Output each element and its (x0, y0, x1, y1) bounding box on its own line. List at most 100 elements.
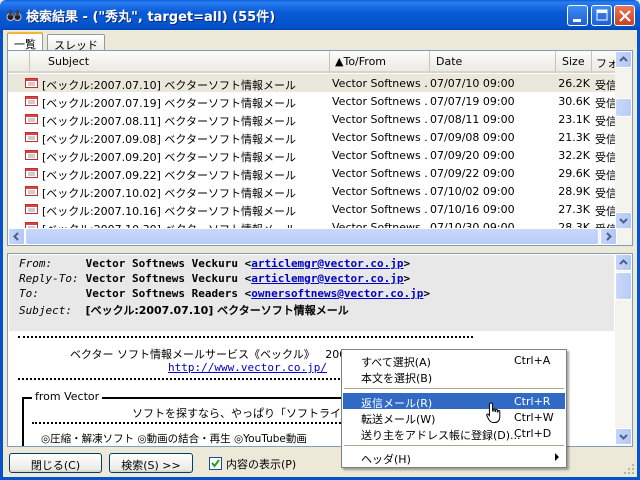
column-header-subject[interactable]: Subject (30, 51, 330, 71)
mail-icon (25, 114, 38, 124)
scroll-thumb[interactable] (615, 272, 632, 300)
divider (32, 422, 352, 424)
menu-item-add-to-address-book[interactable]: 送り主をアドレス帳に登録(D)... Ctrl+D (343, 425, 565, 442)
table-row[interactable]: [ベックル:2007.09.08] ベクターソフト情報メール Vector So… (8, 128, 618, 146)
table-row[interactable]: [ベックル:2007.07.19] ベクターソフト情報メール Vector So… (8, 92, 618, 110)
chevron-left-icon (13, 232, 19, 241)
row-subject: [ベックル:2007.07.10] ベクターソフト情報メール (42, 79, 296, 92)
mail-icon (25, 204, 38, 214)
mail-icon (25, 150, 38, 160)
tab-thread[interactable]: スレッド (47, 34, 105, 52)
links-line: ◎圧縮・解凍ソフト ◎動画の結合・再生 ◎YouTube動画 (41, 433, 307, 445)
row-from: Vector Softnews ... (332, 185, 428, 198)
table-row[interactable]: [ベックル:2007.10.02] ベクターソフト情報メール Vector So… (8, 182, 618, 200)
row-folder: 受信 (595, 133, 617, 146)
row-folder: 受信 (595, 169, 617, 182)
row-date: 07/09/08 09:00 (430, 131, 515, 144)
row-subject: [ベックル:2007.09.20] ベクターソフト情報メール (42, 151, 296, 164)
close-button[interactable]: 閉じる(C) (9, 453, 102, 473)
mail-icon (25, 168, 38, 178)
menu-item-select-all[interactable]: すべて選択(A) Ctrl+A (343, 352, 565, 369)
list-horizontal-scrollbar[interactable] (8, 228, 632, 245)
table-row[interactable]: [ベックル:2007.10.16] ベクターソフト情報メール Vector So… (8, 200, 618, 218)
mail-icon (25, 132, 38, 142)
row-size: 26.2K (558, 77, 590, 90)
list-vertical-scrollbar[interactable] (615, 51, 632, 229)
menu-item-reply[interactable]: 返信メール(R) Ctrl+R (343, 393, 565, 410)
close-window-button[interactable] (614, 5, 635, 26)
tab-list[interactable]: 一覧 (7, 32, 43, 51)
row-folder: 受信 (595, 79, 617, 92)
row-subject: [ベックル:2007.07.19] ベクターソフト情報メール (42, 97, 296, 110)
row-from: Vector Softnews ... (332, 203, 428, 216)
show-content-checkbox[interactable] (209, 457, 222, 470)
column-header-date[interactable]: Date (430, 51, 556, 71)
search-button[interactable]: 検索(S) >> (109, 453, 193, 473)
row-size: 32.2K (558, 149, 590, 162)
row-folder: 受信 (595, 115, 617, 128)
row-subject: [ベックル:2007.09.08] ベクターソフト情報メール (42, 133, 296, 146)
menu-item-forward[interactable]: 転送メール(W) Ctrl+W (343, 409, 565, 426)
context-menu: すべて選択(A) Ctrl+A 本文を選択(B) 返信メール(R) Ctrl+R… (341, 349, 567, 468)
scroll-up-button[interactable] (615, 254, 632, 271)
row-subject: [ベックル:2007.10.16] ベクターソフト情報メール (42, 205, 296, 218)
table-row[interactable]: [ベックル:2007.08.11] ベクターソフト情報メール Vector So… (8, 110, 618, 128)
header-to: To: Vector Softnews Readers <ownersoftne… (19, 287, 431, 300)
close-icon (619, 10, 631, 22)
scroll-up-button[interactable] (615, 51, 632, 68)
header-from: From: Vector Softnews Veckuru <articlemg… (19, 257, 411, 270)
row-date: 07/08/11 09:00 (430, 113, 515, 126)
chevron-down-icon (619, 218, 628, 224)
show-content-label[interactable]: 内容の表示(P) (226, 456, 296, 472)
row-size: 29.6K (558, 167, 590, 180)
column-header-icon[interactable] (8, 51, 30, 71)
maximize-button[interactable] (591, 5, 612, 26)
table-row[interactable]: [ベックル:2007.09.22] ベクターソフト情報メール Vector So… (8, 164, 618, 182)
row-subject: [ベックル:2007.09.22] ベクターソフト情報メール (42, 169, 296, 182)
title-bar[interactable]: 検索結果 - ("秀丸", target=all) (55件) (0, 0, 640, 30)
scroll-thumb[interactable] (615, 98, 632, 117)
to-address-link[interactable]: ownersoftnews@vector.co.jp (251, 287, 423, 300)
chevron-up-icon (619, 259, 628, 265)
maximize-icon (596, 9, 608, 21)
column-header-size[interactable]: Size (556, 51, 592, 71)
row-date: 07/09/22 09:00 (430, 167, 515, 180)
reply-address-link[interactable]: articlemgr@vector.co.jp (251, 272, 403, 285)
submenu-arrow-icon (555, 453, 559, 461)
row-date: 07/10/02 09:00 (430, 185, 515, 198)
header-subject: Subject: [ベックル:2007.07.10] ベクターソフト情報メール (19, 304, 349, 317)
window-title: 検索結果 - ("秀丸", target=all) (55件) (26, 10, 276, 25)
result-list[interactable]: Subject ▲To/From Date Size フォル [ベックル:200… (7, 50, 633, 246)
column-header-tofrom[interactable]: ▲To/From (330, 51, 430, 71)
mouse-hand-cursor-icon (486, 402, 501, 423)
row-folder: 受信 (595, 187, 617, 200)
row-size: 21.3K (558, 131, 590, 144)
vector-url-link[interactable]: http://www.vector.co.jp/ (168, 361, 327, 374)
scroll-down-button[interactable] (615, 212, 632, 229)
row-subject: [ベックル:2007.08.11] ベクターソフト情報メール (42, 115, 296, 128)
mail-icon (25, 186, 38, 196)
mail-icon (25, 78, 38, 88)
app-binoculars-icon (6, 10, 22, 21)
section-title: from Vector (32, 390, 103, 403)
menu-item-header[interactable]: ヘッダ(H) (343, 449, 565, 466)
menu-item-select-body[interactable]: 本文を選択(B) (343, 368, 565, 385)
table-row[interactable]: [ベックル:2007.09.20] ベクターソフト情報メール Vector So… (8, 146, 618, 164)
row-date: 07/10/16 09:00 (430, 203, 515, 216)
minimize-button[interactable] (567, 5, 588, 26)
menu-separator (344, 445, 564, 446)
menu-separator (344, 388, 564, 389)
row-size: 27.3K (558, 203, 590, 216)
header-reply-to: Reply-To: Vector Softnews Veckuru <artic… (19, 272, 411, 285)
from-address-link[interactable]: articlemgr@vector.co.jp (251, 257, 403, 270)
row-from: Vector Softnews ... (332, 95, 428, 108)
scroll-right-button[interactable] (600, 228, 617, 245)
resize-grip-icon[interactable] (623, 463, 635, 475)
row-date: 07/07/19 09:00 (430, 95, 515, 108)
scroll-thumb[interactable] (25, 228, 599, 245)
table-row[interactable]: [ベックル:2007.07.10] ベクターソフト情報メール Vector So… (8, 74, 618, 92)
scroll-left-button[interactable] (8, 228, 25, 245)
row-size: 23.1K (558, 113, 590, 126)
scroll-down-button[interactable] (615, 428, 632, 445)
message-vertical-scrollbar[interactable] (615, 254, 632, 446)
